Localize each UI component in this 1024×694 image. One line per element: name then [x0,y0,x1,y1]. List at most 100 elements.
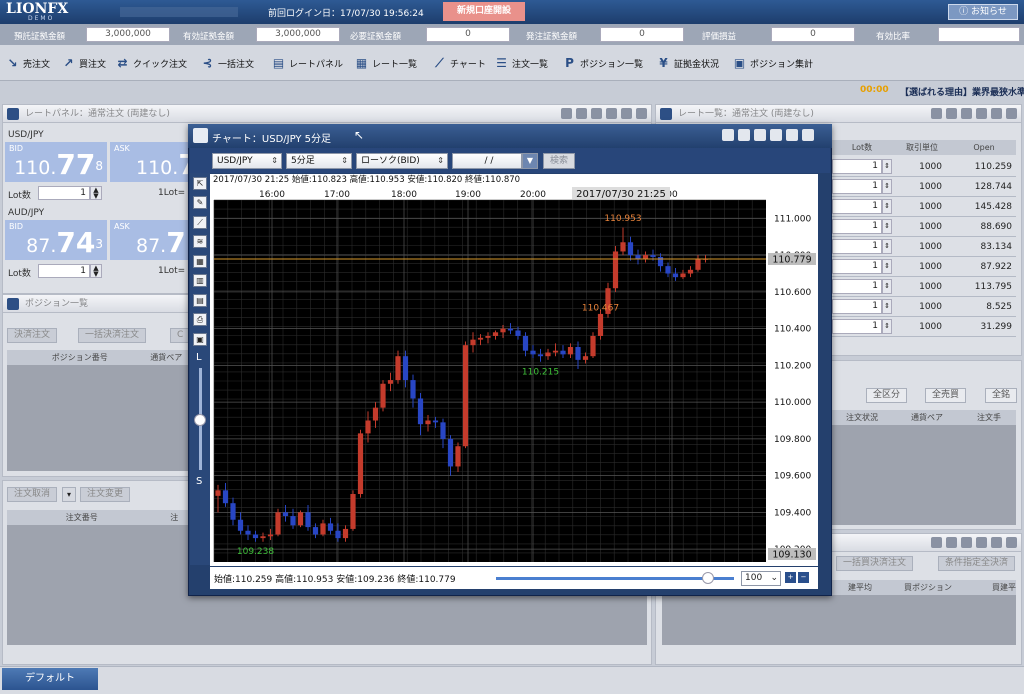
lot-cell[interactable]: 1 [832,259,882,274]
lot-stepper-audjpy[interactable]: ▲ ▼ [90,264,102,278]
close-icon[interactable] [802,129,814,141]
rate-list-row[interactable]: 1 ⇕ 1000 87.922 [832,257,1016,277]
maximize-icon[interactable] [991,108,1002,119]
calendar-dropdown-icon[interactable]: ▼ [522,153,538,169]
lot-cell[interactable]: 1 [832,219,882,234]
save-tool-icon[interactable]: ▣ [193,333,207,346]
remove-icon[interactable]: − [798,572,809,583]
rate-list-row[interactable]: 1 ⇕ 1000 31.299 [832,317,1016,337]
notice-button[interactable]: ⓘ お知らせ [948,4,1018,20]
position-table-body[interactable] [7,365,197,471]
close-icon[interactable] [1006,537,1017,548]
lot-stepper-usdjpy[interactable]: ▲ ▼ [90,186,102,200]
toolbar-chart[interactable]: ⟋ チャート [433,57,486,71]
lot-stepper[interactable]: ⇕ [882,219,892,234]
search-button[interactable]: 検索 [543,153,575,169]
fibonacci-tool-icon[interactable]: ≋ [193,235,207,248]
order-list-body[interactable] [832,425,1016,525]
trendline-tool-icon[interactable]: ⟋ [193,216,207,229]
close-icon[interactable] [636,108,647,119]
toolbar-position-summary[interactable]: ▣ ポジション集計 [733,57,813,71]
scroll-slider-track[interactable] [496,577,734,580]
change-order-button[interactable]: 注文変更 [80,487,131,502]
lot-cell[interactable]: 1 [832,159,882,174]
lot-input-audjpy[interactable]: 1 [38,264,90,278]
lot-cell[interactable]: 1 [832,179,882,194]
indicator-tool-icon[interactable]: ▦ [193,255,207,268]
toolbar-quick-order[interactable]: ⇄ クイック注文 [116,57,187,71]
filter-all-issue[interactable]: 全銘 [985,388,1018,403]
rate-list-row[interactable]: 1 ⇕ 1000 128.744 [832,177,1016,197]
rate-list-row[interactable]: 1 ⇕ 1000 110.259 [832,157,1016,177]
bulk-buy-settle-button[interactable]: 一括買決済注文 [836,556,914,571]
lot-stepper[interactable]: ⇕ [882,159,892,174]
chevron-down-icon[interactable]: ▾ [62,487,76,502]
lot-stepper[interactable]: ⇕ [882,179,892,194]
candle-type-select[interactable]: ローソク(BID) ⇕ [356,153,448,169]
maximize-icon[interactable] [786,129,798,141]
cursor-tool-icon[interactable]: ⇱ [193,177,207,190]
default-layout-tab[interactable]: デフォルト [2,668,98,690]
settle-order-button[interactable]: 決済注文 [7,328,58,343]
pin-icon[interactable] [961,108,972,119]
lot-stepper[interactable]: ⇕ [882,199,892,214]
toolbar-arrow-down-right[interactable]: ↘ 売注文 [6,57,50,71]
lot-cell[interactable]: 1 [832,199,882,214]
pair-select[interactable]: USD/JPY ⇕ [212,153,282,169]
candlestick-chart[interactable]: 111.000110.800110.600110.400110.200110.0… [210,186,818,566]
print-tool-icon[interactable]: ⎙ [193,313,207,326]
refresh-icon[interactable] [946,537,957,548]
pin-icon[interactable] [961,537,972,548]
rate-list-row[interactable]: 1 ⇕ 1000 113.795 [832,277,1016,297]
lot-stepper[interactable]: ⇕ [882,299,892,314]
maximize-icon[interactable] [991,537,1002,548]
position-summary-body[interactable] [662,595,1016,645]
settings-icon[interactable] [561,108,572,119]
table-tool-icon[interactable]: ▤ [193,294,207,307]
settings-icon[interactable] [931,108,942,119]
ticker-text[interactable]: 【選ばれる理由】業界最狭水準 [900,85,1024,98]
pen-tool-icon[interactable]: ✎ [193,196,207,209]
bar-count-select[interactable]: 100 ⌄ [741,571,781,586]
filter-all-category[interactable]: 全区分 [866,388,908,403]
toolbar-margin-status[interactable]: ¥ 証拠金状況 [657,57,719,71]
lot-stepper[interactable]: ⇕ [882,319,892,334]
pin-icon[interactable] [754,129,766,141]
scroll-slider-handle[interactable] [702,572,714,584]
add-icon[interactable]: + [785,572,796,583]
toolbar-rate-list[interactable]: ▦ レート一覧 [355,57,417,71]
period-select[interactable]: 5分足 ⇕ [286,153,352,169]
filter-all-side[interactable]: 全売買 [925,388,967,403]
lot-cell[interactable]: 1 [832,239,882,254]
lot-cell[interactable]: 1 [832,279,882,294]
close-icon[interactable] [1006,108,1017,119]
ask-box-usdjpy[interactable]: ASK 110.7 [110,142,198,182]
minimize-icon[interactable] [770,129,782,141]
zoom-slider-handle[interactable] [194,414,206,426]
lot-input-usdjpy[interactable]: 1 [38,186,90,200]
lot-cell[interactable]: 1 [832,319,882,334]
rate-list-row[interactable]: 1 ⇕ 1000 88.690 [832,217,1016,237]
toolbar-arrow-up-right[interactable]: ↗ 買注文 [62,57,106,71]
maximize-icon[interactable] [621,108,632,119]
new-account-button[interactable]: 新規口座開設 [443,2,525,21]
lot-stepper[interactable]: ⇕ [882,259,892,274]
refresh-icon[interactable] [576,108,587,119]
date-input[interactable]: / / [452,153,522,169]
settings-icon[interactable] [722,129,734,141]
ask-box-audjpy[interactable]: ASK 87.7 [110,220,188,260]
minimize-icon[interactable] [976,108,987,119]
rate-list-row[interactable]: 1 ⇕ 1000 83.134 [832,237,1016,257]
toolbar-order-list[interactable]: ☰ 注文一覧 [495,57,548,71]
toolbar-position-list[interactable]: P ポジション一覧 [563,57,643,71]
refresh-icon[interactable] [946,108,957,119]
lot-cell[interactable]: 1 [832,299,882,314]
refresh-icon[interactable] [738,129,750,141]
bid-box-usdjpy[interactable]: BID 110.778 [5,142,107,182]
cancel-order-button[interactable]: 注文取消 [7,487,58,502]
bid-box-audjpy[interactable]: BID 87.743 [5,220,107,260]
layout-tool-icon[interactable]: ▥ [193,274,207,287]
pin-icon[interactable] [591,108,602,119]
toolbar-rate-panel[interactable]: ▤ レートパネル [272,57,343,71]
lot-stepper[interactable]: ⇕ [882,279,892,294]
